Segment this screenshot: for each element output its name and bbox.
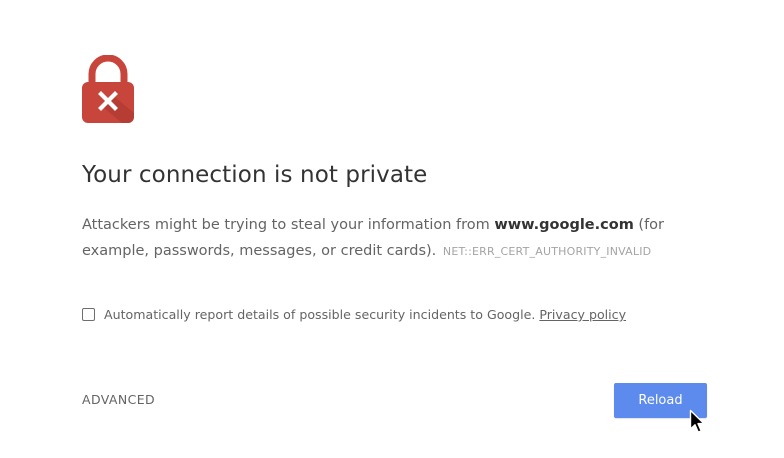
mouse-pointer-icon bbox=[689, 409, 707, 435]
privacy-policy-link[interactable]: Privacy policy bbox=[539, 307, 626, 322]
page-title: Your connection is not private bbox=[82, 162, 428, 188]
advanced-button[interactable]: ADVANCED bbox=[82, 392, 155, 407]
security-interstitial-page: Your connection is not private Attackers… bbox=[0, 0, 784, 458]
host-name: www.google.com bbox=[494, 217, 634, 233]
report-option-row: Automatically report details of possible… bbox=[82, 307, 626, 322]
error-code[interactable]: NET::ERR_CERT_AUTHORITY_INVALID bbox=[443, 245, 651, 258]
lock-error-icon bbox=[79, 54, 137, 125]
report-checkbox[interactable] bbox=[82, 308, 95, 321]
report-checkbox-label[interactable]: Automatically report details of possible… bbox=[104, 307, 535, 322]
explanation-text: Attackers might be trying to steal your … bbox=[82, 212, 722, 265]
explanation-prefix: Attackers might be trying to steal your … bbox=[82, 217, 495, 233]
